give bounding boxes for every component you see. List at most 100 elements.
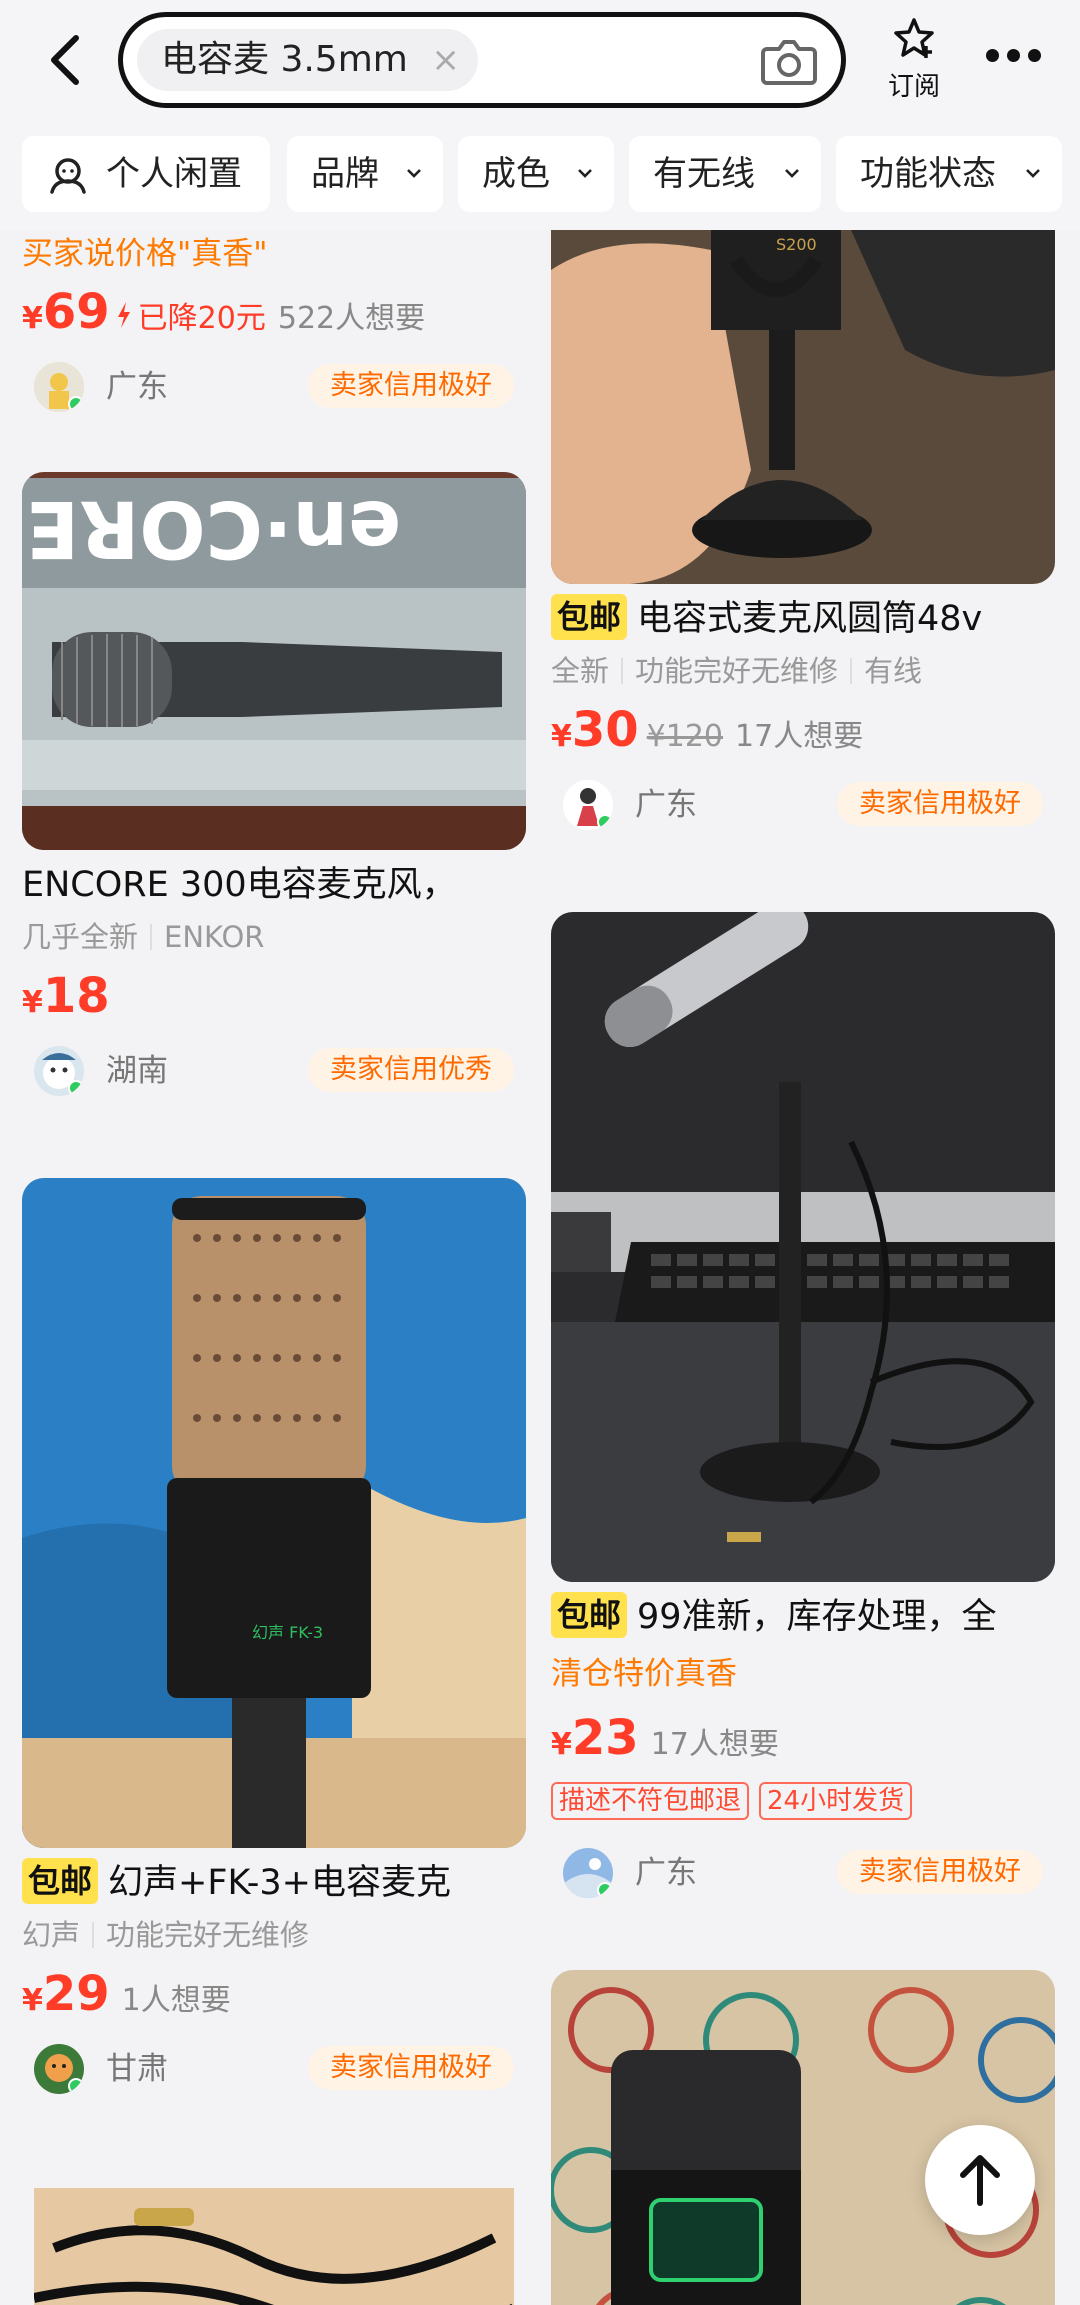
seller-row: 广东 卖家信用极好 — [551, 1832, 1055, 1912]
arrow-up-icon — [960, 2155, 1000, 2206]
product-image: 幻声 FK-3 — [22, 1178, 526, 1848]
product-card[interactable] — [22, 2188, 526, 2305]
service-tag: 描述不符包邮退 — [551, 1782, 750, 1820]
search-query-chip[interactable]: 电容麦 3.5mm × — [137, 29, 478, 91]
filter-label: 功能状态 — [860, 154, 996, 194]
free-shipping-badge: 包邮 — [551, 1592, 628, 1638]
product-card[interactable]: 幻声 FK-3 包邮 幻声+FK-3+电容麦克 幻声 功能完好无维修 ¥29 1人想要… — [22, 1178, 526, 2108]
seller-row: 广东 卖家信用极好 — [22, 346, 526, 426]
seller-avatar[interactable] — [563, 780, 613, 830]
chevron-down-icon — [1026, 169, 1040, 178]
product-attribute: 几乎全新 — [22, 920, 139, 954]
product-attribute: 功能完好无维修 — [635, 654, 839, 688]
clear-query-icon[interactable]: × — [431, 29, 460, 91]
product-attribute: 有线 — [864, 654, 923, 688]
chevron-down-icon — [578, 169, 592, 178]
price-row: ¥23 17人想要 — [551, 1704, 1055, 1772]
seller-credit-badge: 卖家信用极好 — [308, 364, 514, 408]
camera-icon[interactable] — [759, 33, 819, 89]
free-shipping-badge: 包邮 — [22, 1858, 99, 1904]
product-card[interactable]: en·CORE ENCORE 300电容麦克风， 几乎全新 ENKOR ¥18 — [22, 472, 526, 1110]
currency-symbol: ¥ — [22, 1983, 43, 2018]
product-title-text: 99准新，库存处理，全 — [637, 1597, 997, 1637]
subscribe-star-icon — [894, 18, 934, 58]
image-brand-text: en·CORE — [26, 483, 401, 573]
seller-row: 湖南 卖家信用优秀 — [22, 1030, 526, 1110]
product-price: 29 — [42, 1966, 110, 2022]
person-icon — [50, 158, 86, 194]
search-header: 电容麦 3.5mm × 订阅 — [0, 0, 1080, 120]
filter-wireless[interactable]: 有无线 — [629, 136, 821, 212]
want-count: 17人想要 — [735, 719, 864, 754]
free-shipping-badge: 包邮 — [551, 594, 628, 640]
service-tag: 24小时发货 — [759, 1782, 913, 1820]
seller-location: 湖南 — [106, 1053, 168, 1089]
currency-symbol: ¥ — [551, 1727, 572, 1762]
product-hint: 清仓特价真香 — [551, 1656, 737, 1692]
product-card[interactable]: 买家说价格"真香" ¥69 已降20元 522人想要 广东 卖家信用极好 — [22, 230, 526, 426]
seller-avatar[interactable] — [34, 362, 84, 412]
back-arrow-icon[interactable] — [40, 28, 96, 92]
image-model-text: 幻声 FK-3 — [252, 1623, 323, 1642]
want-count: 1人想要 — [121, 1983, 231, 2018]
filter-condition[interactable]: 成色 — [458, 136, 614, 212]
product-title: ENCORE 300电容麦克风， — [22, 865, 457, 905]
filter-label: 个人闲置 — [106, 154, 242, 194]
seller-avatar[interactable] — [34, 1046, 84, 1096]
original-price: ¥120 — [646, 719, 724, 754]
filter-personal-idle[interactable]: 个人闲置 — [22, 136, 270, 212]
back-to-top-button[interactable] — [925, 2125, 1035, 2235]
product-title: 包邮 幻声+FK-3+电容麦克 — [22, 1856, 526, 1910]
filter-bar: 个人闲置 品牌 成色 有无线 功能状态 — [0, 120, 1080, 230]
more-options-icon[interactable] — [986, 46, 1042, 64]
chevron-down-icon — [785, 169, 799, 178]
seller-credit-badge: 卖家信用极好 — [837, 782, 1043, 826]
seller-location: 甘肃 — [106, 2051, 168, 2087]
seller-avatar[interactable] — [34, 2044, 84, 2094]
price-drop: 已降20元 — [137, 301, 266, 336]
search-box[interactable]: 电容麦 3.5mm × — [118, 12, 846, 108]
filter-label: 成色 — [482, 154, 550, 194]
product-attributes: 幻声 功能完好无维修 — [22, 1910, 526, 1960]
seller-row: 广东 卖家信用极好 — [551, 764, 1055, 844]
currency-symbol: ¥ — [22, 985, 43, 1020]
product-title-text: 幻声+FK-3+电容麦克 — [108, 1863, 451, 1903]
product-feed: 买家说价格"真香" ¥69 已降20元 522人想要 广东 卖家信用极好 en·… — [0, 230, 1080, 2305]
product-card[interactable]: 包邮 99准新，库存处理，全 清仓特价真香 ¥23 17人想要 描述不符包邮退 24小… — [551, 912, 1055, 1912]
filter-brand[interactable]: 品牌 — [287, 136, 443, 212]
product-tags: 描述不符包邮退 24小时发货 — [551, 1772, 1055, 1832]
product-hint: 买家说价格"真香" — [22, 236, 268, 272]
product-title-text: 电容式麦克风圆筒48v — [637, 599, 983, 639]
product-attributes: 几乎全新 ENKOR — [22, 912, 526, 962]
seller-location: 广东 — [106, 369, 168, 405]
seller-row: 甘肃 卖家信用极好 — [22, 2028, 526, 2108]
subscribe-label: 订阅 — [887, 72, 940, 102]
product-title: 包邮 99准新，库存处理，全 — [551, 1590, 1055, 1644]
product-price: 23 — [571, 1710, 639, 1766]
product-price: 69 — [42, 284, 110, 340]
price-row: ¥69 已降20元 522人想要 — [22, 278, 526, 346]
product-attribute: 全新 — [551, 654, 610, 688]
product-attributes: 全新 功能完好无维修 有线 — [551, 646, 1055, 696]
currency-symbol: ¥ — [551, 719, 572, 754]
price-row: ¥29 1人想要 — [22, 1960, 526, 2028]
want-count: 522人想要 — [277, 301, 426, 336]
product-price: 18 — [42, 968, 110, 1024]
product-attribute: 幻声 — [22, 1918, 81, 1952]
chevron-down-icon — [407, 169, 421, 178]
want-count: 17人想要 — [650, 1727, 779, 1762]
product-card[interactable]: S200 包邮 电容式麦克风圆筒48v 全新 功能完好无维修 有线 ¥30 ¥120 17… — [551, 230, 1055, 844]
filter-function-status[interactable]: 功能状态 — [836, 136, 1062, 212]
product-image — [551, 912, 1055, 1582]
product-image: en·CORE — [22, 472, 526, 850]
image-model-text: S200 — [776, 235, 817, 254]
seller-location: 广东 — [635, 1855, 697, 1891]
search-query-text: 电容麦 3.5mm — [161, 39, 408, 80]
price-row: ¥18 — [22, 962, 526, 1030]
subscribe-button[interactable]: 订阅 — [880, 16, 948, 103]
seller-credit-badge: 卖家信用极好 — [837, 1850, 1043, 1894]
seller-location: 广东 — [635, 787, 697, 823]
seller-credit-badge: 卖家信用极好 — [308, 2046, 514, 2090]
product-attribute: ENKOR — [164, 920, 265, 954]
seller-avatar[interactable] — [563, 1848, 613, 1898]
